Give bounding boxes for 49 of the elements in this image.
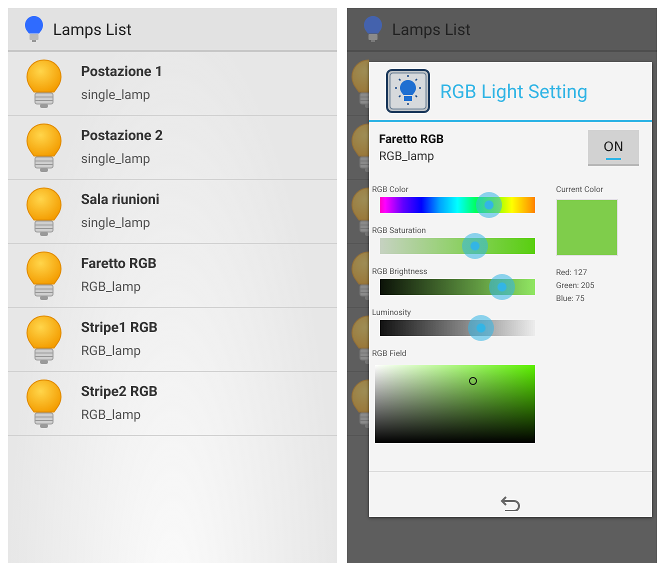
slider-thumb[interactable]: [468, 315, 494, 341]
color-field[interactable]: [375, 365, 535, 443]
back-icon[interactable]: [500, 495, 522, 511]
lamp-type: RGB_lamp: [379, 149, 436, 163]
lamp-list-item[interactable]: Stripe2 RGB RGB_lamp: [8, 372, 337, 436]
lamp-list-item[interactable]: Faretto RGB RGB_lamp: [8, 244, 337, 308]
lamp-list-item[interactable]: Postazione 1 single_lamp: [8, 52, 337, 116]
lamp-name: Faretto RGB: [379, 132, 444, 146]
lamp-type: single_lamp: [81, 88, 152, 103]
field-label: RGB Field: [372, 349, 408, 360]
lamp-type: RGB_lamp: [81, 344, 142, 359]
lamp-type: single_lamp: [81, 152, 152, 167]
color-value: Green: 205: [556, 280, 596, 292]
lamp-type: RGB_lamp: [81, 408, 142, 423]
bulb-icon: [363, 15, 383, 43]
lamp-name: Faretto RGB: [81, 256, 157, 272]
slider-thumb[interactable]: [462, 233, 488, 259]
bulb-icon: [26, 378, 62, 428]
slider-thumb[interactable]: [489, 274, 516, 300]
bulb-icon: [386, 69, 430, 113]
bulb-icon: [24, 15, 44, 43]
color-value: Blue: 75: [556, 293, 586, 305]
power-toggle[interactable]: ON: [588, 130, 639, 166]
bulb-icon: [26, 58, 62, 108]
bulb-icon: [26, 122, 62, 172]
bulb-icon: [26, 186, 62, 236]
lamp-list-item[interactable]: Postazione 2 single_lamp: [8, 116, 337, 180]
lamp-name: Postazione 1: [81, 64, 163, 80]
slider-thumb[interactable]: [476, 192, 502, 218]
lamp-name: Stripe2 RGB: [81, 384, 158, 400]
dialog-title: RGB Light Setting: [440, 80, 588, 102]
lamp-type: single_lamp: [81, 216, 152, 231]
bulb-icon: [26, 314, 62, 364]
slider-label: RGB Color: [372, 185, 410, 196]
lamp-type: RGB_lamp: [81, 280, 142, 295]
app-title: Lamps List: [392, 20, 471, 38]
lamp-name: Stripe1 RGB: [81, 320, 158, 336]
lamp-name: Sala riunioni: [81, 192, 160, 208]
swatch-label: Current Color: [556, 185, 604, 196]
app-title: Lamps List: [53, 20, 132, 38]
slider-label: RGB Brightness: [372, 267, 428, 278]
slider-label: Luminosity: [372, 308, 412, 319]
bulb-icon: [26, 250, 62, 300]
slider-label: RGB Saturation: [372, 226, 427, 237]
lamp-list-item[interactable]: Sala riunioni single_lamp: [8, 180, 337, 244]
lamp-name: Postazione 2: [81, 128, 163, 144]
lamp-list-item[interactable]: Stripe1 RGB RGB_lamp: [8, 308, 337, 372]
color-value: Red: 127: [556, 267, 588, 279]
picker-marker[interactable]: [468, 377, 477, 386]
